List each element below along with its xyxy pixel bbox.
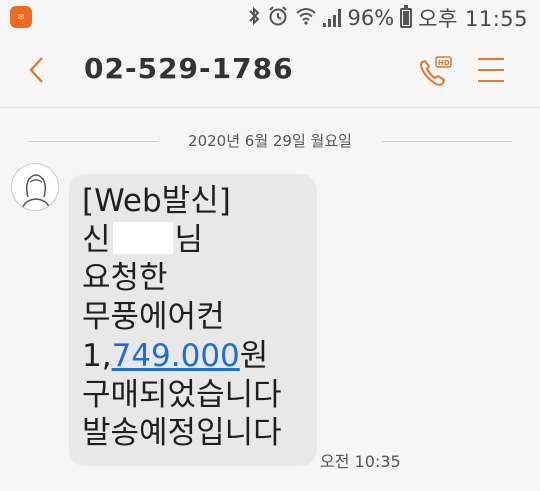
message-line: [Web발신] [82,183,231,219]
contact-title: 02-529-1786 [84,52,294,85]
message-line: 신님 [82,221,317,260]
svg-text:HD: HD [438,59,450,67]
signal-icon [323,9,342,27]
bluetooth-icon [247,6,261,30]
status-icons: 96% 오후 11:55 [247,5,528,31]
amount-link[interactable]: 749.000 [112,338,240,374]
hamburger-menu-icon [478,58,504,82]
contact-avatar[interactable] [11,163,59,211]
conversation-date: 2020년 6월 29일 월요일 [178,132,362,150]
menu-button[interactable] [478,58,504,84]
message-line: 발송예정입니다 [82,415,282,452]
wifi-icon [295,6,317,30]
status-time: 오후 11:55 [418,7,528,31]
alarm-icon [267,5,289,31]
message-timestamp: 오전 10:35 [320,452,401,471]
message-text: 1, [82,337,112,374]
message-line: 요청한 [82,260,168,297]
redacted-name [112,221,173,254]
battery-percent: 96% [347,6,395,30]
message-bubble[interactable]: [Web발신] 신님 요청한 무풍에어컨 1,749.000원 구매되었습니다 … [69,174,317,466]
chevron-left-icon [29,57,43,83]
person-avatar-icon [21,174,51,210]
hd-call-icon: HD [420,56,452,86]
status-bar: ✉ 96% 오후 11:55 [0,0,540,36]
hd-call-button[interactable]: HD [416,54,456,90]
message-text: 신 [82,221,111,258]
message-line: 무풍에어컨 [82,299,225,336]
back-button[interactable] [26,54,56,90]
messages-app-icon: ✉ [10,6,32,28]
message-text: 원 [239,337,269,374]
message-text: 님 [174,221,204,258]
conversation-header: 02-529-1786 HD [0,36,540,108]
date-divider: 2020년 6월 29일 월요일 [0,130,540,152]
battery-icon [400,5,413,28]
message-line: 1,749.000원 [82,337,317,376]
message-line: 구매되었습니다 [82,376,282,413]
